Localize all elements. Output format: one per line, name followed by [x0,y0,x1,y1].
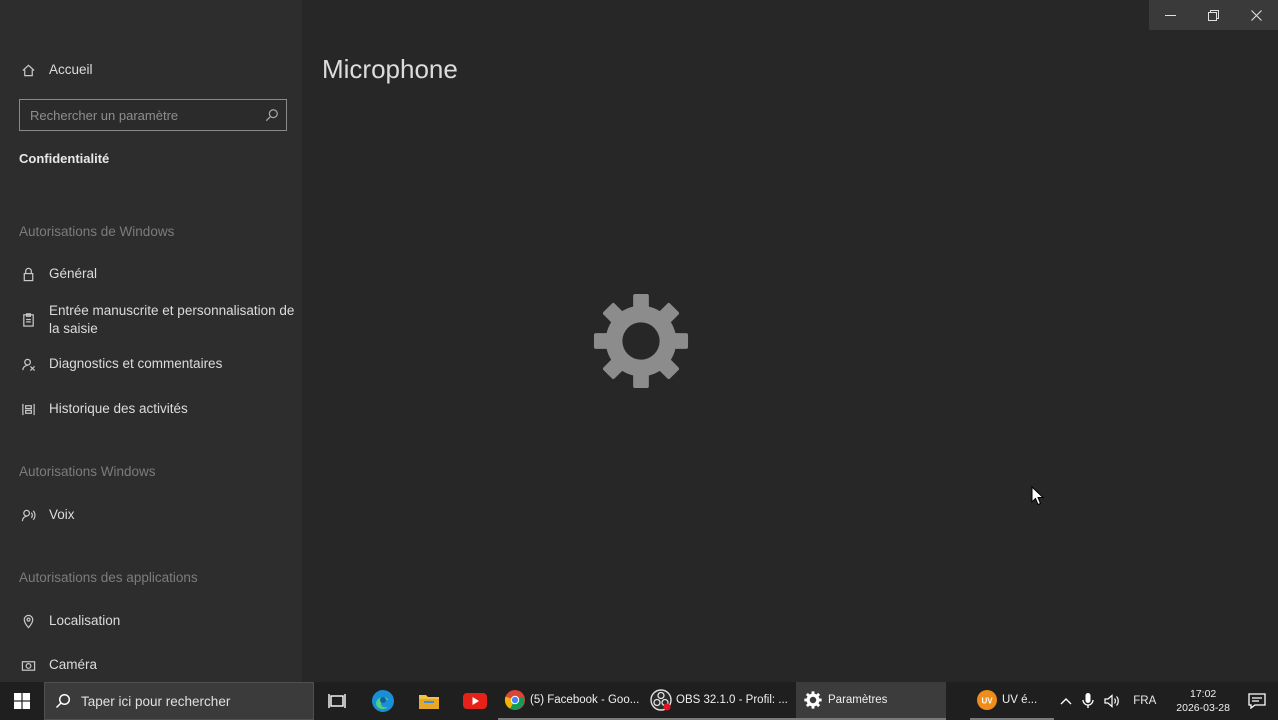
sidebar-item-voice[interactable]: Voix [20,507,75,523]
sidebar-item-general[interactable]: Général [20,266,97,282]
minimize-icon [1165,14,1176,16]
microphone-tray-button[interactable] [1077,682,1099,720]
sidebar-item-label: Général [49,266,98,281]
camera-icon [20,657,36,673]
start-button[interactable] [0,682,44,720]
group-heading: Autorisations des applications [19,570,198,585]
feedback-icon [20,356,36,372]
sidebar-item-inking[interactable]: Entrée manuscrite et personnalisation de… [20,302,305,338]
restore-icon [1208,9,1219,21]
clock-time: 17:02 [1190,688,1217,700]
edge-button[interactable] [360,682,406,720]
taskbar-search-text: Taper ici pour rechercher [81,693,231,709]
location-icon [20,613,36,629]
sidebar-item-label: Caméra [49,657,98,672]
search-field[interactable] [19,99,287,131]
sidebar-item-location[interactable]: Localisation [20,613,120,629]
sidebar-item-label: Localisation [49,613,121,628]
sidebar-item-diagnostics[interactable]: Diagnostics et commentaires [20,356,222,372]
system-tray: FRA 17:02 2026-03-28 [1055,682,1278,720]
sidebar-item-label: Voix [49,507,75,522]
restore-button[interactable] [1192,0,1235,30]
loading-gear-icon [592,292,690,390]
group-heading: Autorisations de Windows [19,224,175,239]
sidebar-item-label-cont: la saisie [49,321,98,336]
notifications-button[interactable] [1242,682,1278,720]
voice-icon [20,507,36,523]
taskbar-app-label: Paramètres [828,694,888,706]
windows-logo-icon [14,693,30,709]
minimize-button[interactable] [1149,0,1192,30]
task-view-button[interactable] [314,682,360,720]
mouse-cursor-icon [1031,485,1045,506]
taskbar-app-chrome[interactable]: (5) Facebook - Goo... [498,682,644,720]
main-content: Microphone [302,0,1278,682]
section-title: Confidentialité [19,151,110,166]
language-indicator[interactable]: FRA [1125,682,1164,720]
taskbar-app-label: (5) Facebook - Goo... [530,694,640,706]
file-explorer-button[interactable] [406,682,452,720]
sidebar-item-home[interactable]: Accueil [20,62,93,78]
chevron-up-icon [1060,698,1072,705]
sidebar-item-activity-history[interactable]: Historique des activités [20,401,188,417]
taskbar-app-label: UV é... [1002,694,1038,706]
sidebar-item-label: Diagnostics et commentaires [49,356,223,371]
obs-icon [650,689,672,711]
close-button[interactable] [1235,0,1278,30]
uv-icon: UV [976,689,998,711]
sidebar-item-label: Accueil [49,62,93,77]
speaker-icon [1104,694,1120,708]
taskbar-app-obs[interactable]: OBS 32.1.0 - Profil: ... [644,682,796,720]
home-icon [20,62,36,78]
search-input[interactable] [20,100,286,130]
microphone-icon [1082,693,1094,708]
svg-text:UV: UV [981,697,993,706]
taskbar: Taper ici pour rechercher (5) Facebook -… [0,682,1278,720]
folder-icon [419,695,439,709]
sidebar-item-label: Historique des activités [49,401,188,416]
sidebar: Accueil Confidentialité Autorisations de… [0,0,302,682]
youtube-button[interactable] [452,682,498,720]
taskbar-app-uv[interactable]: UV UV é... [970,682,1054,720]
chrome-icon [504,689,526,711]
youtube-icon [463,693,487,709]
clock[interactable]: 17:02 2026-03-28 [1164,682,1242,720]
taskbar-app-settings[interactable]: Paramètres [796,682,946,720]
task-view-icon [328,694,346,708]
notification-icon [1248,693,1266,709]
timeline-icon [20,401,36,417]
sidebar-item-camera[interactable]: Caméra [20,657,97,673]
show-hidden-icons-button[interactable] [1055,682,1077,720]
clock-date: 2026-03-28 [1176,702,1230,714]
group-heading: Autorisations Windows [19,464,156,479]
close-icon [1251,9,1262,21]
page-title: Microphone [322,54,458,84]
lock-icon [20,266,36,282]
search-icon[interactable] [265,108,279,122]
taskbar-app-label: OBS 32.1.0 - Profil: ... [676,694,788,706]
window-controls [1149,0,1278,30]
settings-icon [802,689,824,711]
edge-icon [372,690,394,712]
sidebar-item-label: Entrée manuscrite et personnalisation de [49,303,295,318]
taskbar-search[interactable]: Taper ici pour rechercher [44,682,314,720]
volume-button[interactable] [1099,682,1125,720]
clipboard-icon [20,311,36,327]
search-icon [55,693,71,709]
